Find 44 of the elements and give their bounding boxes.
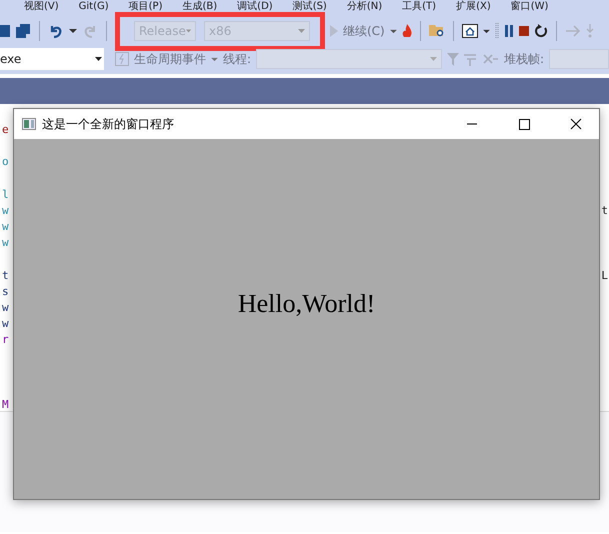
code-text: w <box>1 317 9 330</box>
stop-icon[interactable] <box>518 26 529 36</box>
undo-icon[interactable] <box>48 23 64 39</box>
code-text: w <box>1 301 9 314</box>
pause-icon[interactable] <box>504 25 514 37</box>
window-home-icon[interactable] <box>462 24 478 38</box>
menu-item[interactable]: 分析(N) <box>346 1 382 13</box>
menu-item[interactable]: 扩展(X) <box>456 1 491 13</box>
code-text: s <box>1 284 9 298</box>
save-icon[interactable] <box>0 23 10 39</box>
caret-icon[interactable] <box>94 57 102 61</box>
hello-text: Hello,World! <box>238 289 376 319</box>
menu-item[interactable]: 视图(V) <box>24 1 59 13</box>
caret-icon[interactable] <box>482 28 490 34</box>
code-text: L <box>601 268 608 284</box>
folder-search-icon[interactable] <box>428 24 445 38</box>
code-text: w <box>1 204 9 217</box>
window-title: 这是一个全新的窗口程序 <box>42 116 174 132</box>
menu-item[interactable]: 生成(B) <box>182 1 218 13</box>
code-text: t <box>601 202 608 219</box>
menu-item[interactable]: Git(G) <box>78 1 109 13</box>
process-dropdown[interactable]: exe <box>0 48 104 70</box>
code-text: M <box>1 398 9 412</box>
menu-item[interactable]: 工具(T) <box>402 1 436 13</box>
code-text: l <box>1 188 9 201</box>
code-text: r <box>1 333 9 346</box>
grip-icon <box>494 22 499 40</box>
code-text: w <box>1 220 9 234</box>
filter-toggle-icon[interactable] <box>464 52 478 66</box>
caret-icon[interactable] <box>69 28 77 34</box>
save-all-icon[interactable] <box>15 23 31 39</box>
menu-item[interactable]: 测试(S) <box>292 1 327 13</box>
thread-label: 线程: <box>222 50 252 68</box>
flame-icon[interactable] <box>402 24 412 38</box>
menu-item[interactable]: 窗口(W) <box>510 1 548 13</box>
app-icon <box>22 118 36 130</box>
menu-item[interactable]: 项目(P) <box>128 1 162 13</box>
restart-icon[interactable] <box>534 24 548 38</box>
code-text: e <box>1 123 9 136</box>
code-text: o <box>1 155 9 168</box>
code-text: t <box>1 268 9 282</box>
menu-item[interactable]: 调试(D) <box>237 1 273 13</box>
stack-frame-label: 堆栈帧: <box>504 50 544 68</box>
code-text: w <box>1 236 9 250</box>
